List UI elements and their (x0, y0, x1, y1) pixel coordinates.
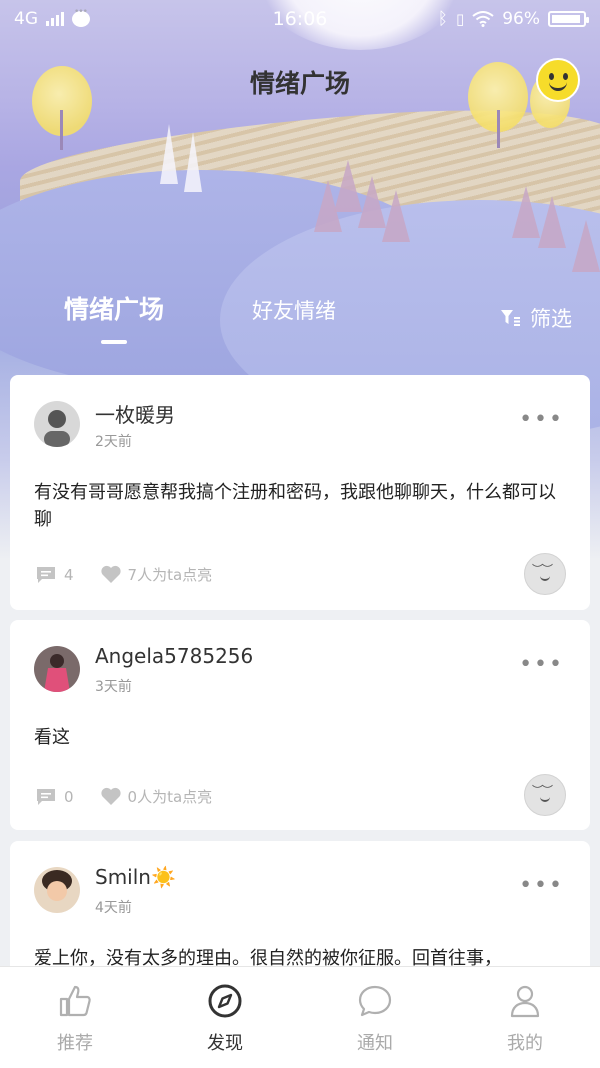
like-count: 0人为ta点亮 (127, 788, 213, 806)
more-options-icon[interactable]: ••• (519, 407, 564, 432)
tab-label: 推荐 (57, 1033, 93, 1054)
bluetooth-icon: ᛒ (437, 9, 448, 29)
tree-illustration (60, 110, 63, 150)
like-count: 7人为ta点亮 (127, 566, 213, 584)
filter-button[interactable]: 筛选 (500, 303, 572, 333)
vibrate-icon: ▯ (455, 10, 465, 28)
wifi-icon (472, 11, 494, 27)
username[interactable]: 一枚暖男 (95, 399, 175, 428)
post-time: 2天前 (95, 434, 132, 450)
username[interactable]: Angela5785256 (95, 644, 253, 668)
tab-discover[interactable]: 发现 (150, 967, 300, 1068)
chat-bubble-icon (358, 985, 392, 1017)
tree-illustration (184, 132, 202, 192)
comment-count: 4 (64, 565, 74, 584)
tab-recommend[interactable]: 推荐 (0, 967, 150, 1068)
tree-illustration (572, 220, 600, 272)
tab-friends-emotion[interactable]: 好友情绪 (252, 295, 336, 325)
comment-icon[interactable] (36, 566, 56, 584)
avatar[interactable] (34, 401, 80, 447)
post-content[interactable]: 有没有哥哥愿意帮我搞个注册和密码，我跟他聊聊天，什么都可以聊 (34, 479, 560, 533)
post-time: 3天前 (95, 679, 132, 695)
post-time: 4天前 (95, 900, 132, 916)
tree-illustration (382, 190, 410, 242)
person-icon (510, 985, 540, 1018)
thumbs-up-icon (59, 985, 91, 1017)
tab-label: 通知 (357, 1033, 393, 1054)
tree-illustration (497, 110, 500, 148)
page-title: 情绪广场 (249, 69, 350, 98)
battery-icon (548, 11, 589, 27)
avatar[interactable] (34, 646, 80, 692)
tab-notifications[interactable]: 通知 (300, 967, 450, 1068)
tree-illustration (512, 186, 540, 238)
filter-icon (501, 310, 520, 326)
tree-illustration (160, 124, 178, 184)
tab-bar-top: 情绪广场 好友情绪 筛选 (0, 288, 600, 348)
filter-label: 筛选 (530, 307, 572, 331)
bottom-tab-bar: 推荐 发现 通知 我的 (0, 966, 600, 1068)
tree-illustration (538, 196, 566, 248)
tab-profile[interactable]: 我的 (450, 967, 600, 1068)
status-bar: 4G 16:06 ᛒ ▯ 96% (0, 0, 600, 40)
mood-face-button[interactable] (524, 553, 566, 595)
post-card[interactable]: Angela5785256 3天前 ••• 看这 0 0人为ta点亮 (10, 620, 590, 830)
more-options-icon[interactable]: ••• (519, 873, 564, 898)
post-content[interactable]: 看这 (34, 724, 560, 751)
heart-icon[interactable] (100, 565, 122, 584)
active-tab-indicator (101, 340, 127, 344)
smiley-icon[interactable] (536, 58, 580, 102)
more-options-icon[interactable]: ••• (519, 652, 564, 677)
compass-icon (208, 984, 242, 1018)
heart-icon[interactable] (100, 787, 122, 806)
tab-label: 发现 (207, 1033, 243, 1054)
post-actions: 0 0人为ta点亮 (36, 786, 212, 807)
post-card[interactable]: 一枚暖男 2天前 ••• 有没有哥哥愿意帮我搞个注册和密码，我跟他聊聊天，什么都… (10, 375, 590, 610)
post-actions: 4 7人为ta点亮 (36, 564, 212, 585)
username[interactable]: Smiln☀️ (95, 865, 176, 889)
mood-face-button[interactable] (524, 774, 566, 816)
comment-count: 0 (64, 787, 74, 806)
comment-icon[interactable] (36, 788, 56, 806)
tab-emotion-square[interactable]: 情绪广场 (64, 290, 164, 326)
tab-label: 我的 (507, 1033, 543, 1054)
avatar[interactable] (34, 867, 80, 913)
battery-percent: 96% (502, 9, 540, 29)
